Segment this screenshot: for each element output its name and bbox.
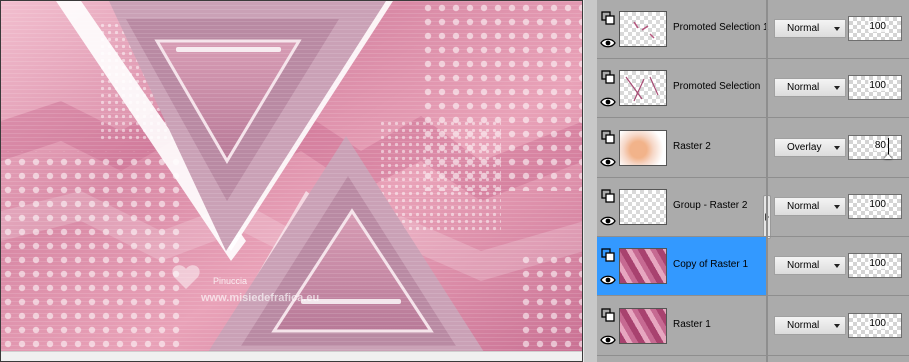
eye-icon[interactable] (600, 273, 616, 287)
image-canvas[interactable]: Pinuccia www.misiedefrafica.eu (0, 0, 583, 362)
chevron-down-icon[interactable] (834, 204, 840, 209)
opacity-slider[interactable]: 100 (848, 253, 902, 279)
opacity-value: 100 (868, 258, 887, 270)
blend-mode-select[interactable]: Normal (774, 78, 846, 98)
opacity-value: 100 (868, 80, 887, 92)
opacity-slider[interactable]: 100 (848, 193, 902, 219)
layer-row[interactable]: Raster 1 Normal 100 (597, 296, 909, 356)
layer-thumbnail (619, 307, 667, 344)
layer-name[interactable]: Raster 1 (673, 319, 711, 330)
layer-row[interactable]: Promoted Selection Normal 100 (597, 59, 909, 119)
blend-mode-label: Normal (787, 82, 820, 94)
blend-mode-label: Normal (787, 23, 820, 34)
link-layer-icon[interactable] (600, 11, 616, 25)
row-divider (766, 296, 768, 355)
row-divider (766, 237, 768, 296)
chevron-down-icon[interactable] (834, 323, 840, 328)
link-layer-icon[interactable] (600, 307, 616, 322)
opacity-value: 80 (873, 139, 887, 151)
paint-shop-window: Pinuccia www.misiedefrafica.eu Promoted … (0, 0, 909, 362)
layer-thumbnail (619, 188, 667, 225)
row-divider (766, 118, 768, 177)
layer-row-left[interactable]: Promoted Selection (597, 59, 766, 117)
layer-name[interactable]: Group - Raster 2 (673, 200, 747, 211)
blend-mode-label: Normal (787, 319, 820, 331)
blend-mode-select[interactable]: Normal (774, 256, 846, 276)
layer-name[interactable]: Copy of Raster 1 (673, 259, 748, 270)
opacity-slider[interactable]: 80 (848, 134, 902, 160)
blend-mode-label: Normal (787, 200, 820, 212)
eye-icon[interactable] (600, 214, 616, 228)
layer-name[interactable]: Promoted Selection (673, 81, 760, 92)
row-divider (766, 0, 768, 58)
canvas-scroll-gutter[interactable] (583, 0, 597, 362)
thumb-lines (625, 76, 659, 102)
canvas-artwork: Pinuccia www.misiedefrafica.eu (1, 1, 582, 361)
blend-mode-select[interactable]: Normal (774, 19, 846, 38)
opacity-slider[interactable]: 100 (848, 16, 902, 41)
chevron-down-icon[interactable] (834, 145, 840, 150)
blend-mode-select[interactable]: Overlay (774, 137, 846, 157)
link-layer-icon[interactable] (600, 248, 616, 262)
blend-mode-label: Normal (787, 260, 820, 272)
layer-thumbnail (619, 129, 667, 166)
layer-thumbnail (619, 11, 667, 47)
eye-icon[interactable] (600, 95, 616, 109)
watermark-name: Pinuccia (213, 276, 247, 286)
opacity-slider[interactable]: 100 (848, 75, 902, 101)
eye-icon[interactable] (600, 36, 616, 50)
eye-icon[interactable] (600, 155, 616, 169)
layer-row-left[interactable]: Raster 2 (597, 119, 766, 177)
slider-pointer-icon[interactable] (884, 153, 892, 159)
layer-name[interactable]: Raster 2 (673, 141, 711, 152)
layer-row-left[interactable]: Copy of Raster 1 (597, 237, 766, 296)
eye-icon[interactable] (600, 333, 616, 347)
thumb-marks (633, 21, 655, 39)
layer-row-left[interactable]: Raster 1 (597, 297, 766, 355)
opacity-value: 100 (868, 198, 887, 210)
layer-thumbnail (619, 248, 667, 285)
chevron-down-icon[interactable] (834, 86, 840, 91)
layer-row[interactable]: Promoted Selection 1 Normal 100 (597, 0, 909, 59)
link-layer-icon[interactable] (600, 129, 616, 144)
watermark-site: www.misiedefrafica.eu (200, 292, 319, 304)
row-divider (766, 177, 768, 236)
layer-row[interactable]: Group - Raster 2 Normal 100 (597, 177, 909, 237)
blend-mode-label: Overlay (787, 141, 822, 153)
link-layer-icon[interactable] (600, 70, 616, 84)
canvas-status-strip (1, 351, 582, 361)
link-layer-icon[interactable] (600, 189, 616, 203)
opacity-value: 100 (868, 317, 887, 329)
layer-row-left[interactable]: Promoted Selection 1 (597, 0, 769, 58)
blend-mode-select[interactable]: Normal (774, 196, 846, 216)
opacity-value: 100 (868, 21, 887, 32)
layer-row[interactable]: Raster 2 Overlay 80 (597, 118, 909, 178)
chevron-down-icon[interactable] (834, 264, 840, 269)
layer-row-left[interactable]: Group - Raster 2 (597, 178, 766, 236)
layer-thumbnail (619, 70, 667, 107)
chevron-down-icon[interactable] (834, 27, 840, 31)
blend-mode-select[interactable]: Normal (774, 315, 846, 335)
row-divider (766, 59, 768, 118)
layer-row[interactable]: Copy of Raster 1 Normal 100 (597, 237, 909, 297)
layer-name[interactable]: Promoted Selection 1 (673, 22, 769, 33)
opacity-slider[interactable]: 100 (848, 312, 902, 338)
